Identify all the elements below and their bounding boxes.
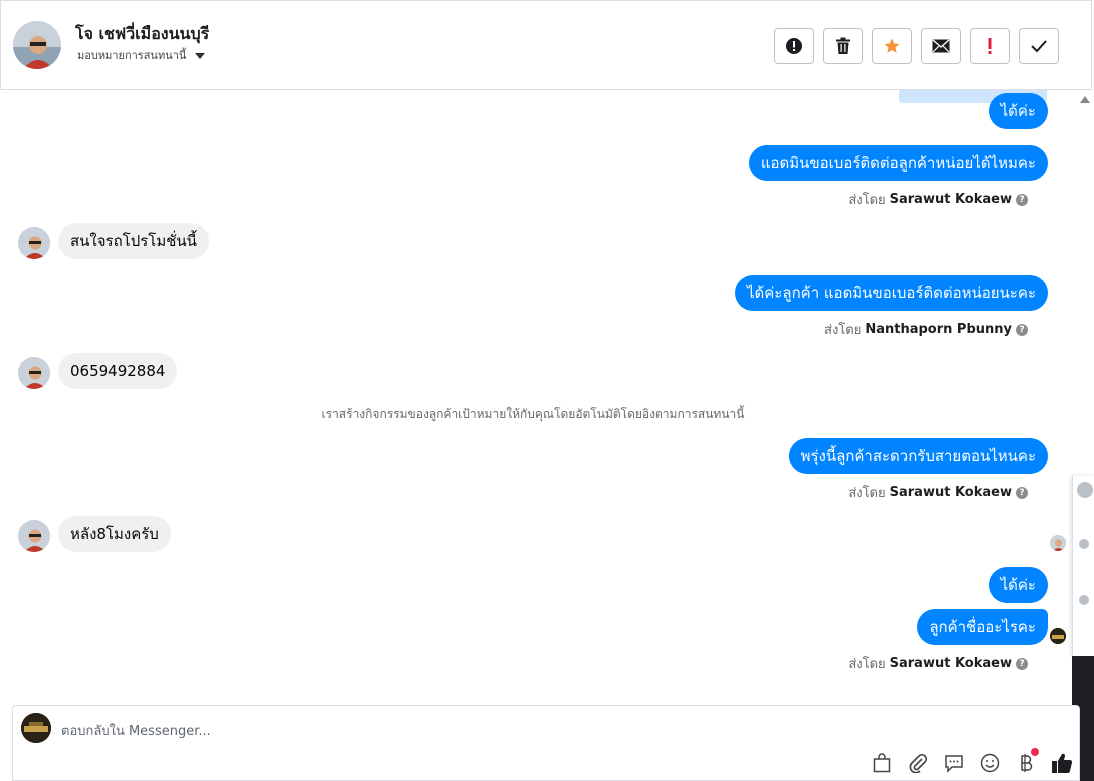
seen-indicator-avatar	[1050, 535, 1066, 551]
message-bubble-outgoing[interactable]: ได้ค่ะ	[988, 93, 1048, 129]
caret-down-icon	[195, 53, 206, 59]
emoji-icon[interactable]	[979, 752, 1001, 774]
contact-avatar-small[interactable]	[18, 227, 50, 259]
contact-avatar-small[interactable]	[18, 357, 50, 389]
page-seen-avatar	[1050, 628, 1066, 644]
contact-name[interactable]: โจ เชฟวี่เมืองนนบุรี	[75, 22, 209, 47]
sent-by-label: ส่งโดย Nanthaporn Pbunny ?	[824, 319, 1028, 340]
trash-icon	[836, 37, 850, 54]
mark-done-button[interactable]	[1019, 28, 1059, 64]
message-bubble-outgoing[interactable]: ลูกค้าชื่ออะไรคะ	[917, 609, 1048, 645]
message-bubble-outgoing[interactable]: พรุ่งนี้ลูกค้าสะดวกรับสายตอนไหนคะ	[788, 438, 1048, 474]
conversation-header: โจ เชฟวี่เมืองนนบุรี มอบหมายการสนทนานี้	[0, 0, 1092, 90]
conversation-toolbar	[774, 28, 1059, 64]
check-icon	[1031, 40, 1047, 53]
assign-conversation-dropdown[interactable]: มอบหมายการสนทนานี้	[77, 46, 206, 64]
star-icon	[884, 38, 900, 53]
contact-avatar[interactable]	[13, 21, 61, 69]
page-avatar	[21, 713, 51, 743]
follow-up-button[interactable]	[970, 28, 1010, 64]
saved-replies-icon[interactable]	[943, 752, 965, 774]
message-bubble-outgoing[interactable]: ได้ค่ะ	[988, 567, 1048, 603]
message-bubble-incoming[interactable]: 0659492884	[58, 353, 178, 389]
sender-name[interactable]: Nanthaporn Pbunny	[865, 322, 1012, 337]
sent-by-label: ส่งโดย Sarawut Kokaew ?	[848, 482, 1028, 503]
sent-by-prefix: ส่งโดย	[848, 486, 886, 501]
help-icon[interactable]: ?	[1016, 486, 1028, 499]
star-button[interactable]	[872, 28, 912, 64]
composer-actions	[871, 748, 1073, 774]
exclamation-icon	[988, 38, 992, 54]
sender-name[interactable]: Sarawut Kokaew	[890, 656, 1012, 671]
sender-name[interactable]: Sarawut Kokaew	[890, 192, 1012, 207]
popup-avatar	[1077, 482, 1093, 498]
mark-unread-button[interactable]	[921, 28, 961, 64]
shopping-bag-icon[interactable]	[871, 752, 893, 774]
delete-button[interactable]	[823, 28, 863, 64]
spam-button[interactable]	[774, 28, 814, 64]
assign-label: มอบหมายการสนทนานี้	[77, 49, 187, 62]
sent-by-label: ส่งโดย Sarawut Kokaew ?	[848, 189, 1028, 210]
help-icon[interactable]: ?	[1016, 323, 1028, 336]
reply-composer: ตอบกลับใน Messenger...	[12, 705, 1080, 781]
reply-input[interactable]: ตอบกลับใน Messenger...	[61, 720, 211, 741]
messenger-inbox: โจ เชฟวี่เมืองนนบุรี มอบหมายการสนทนานี้	[0, 0, 1094, 781]
envelope-icon	[932, 39, 950, 53]
payment-baht-icon[interactable]	[1015, 748, 1039, 774]
sent-by-prefix: ส่งโดย	[848, 657, 886, 672]
side-popup-panel	[1072, 476, 1094, 656]
sender-name[interactable]: Sarawut Kokaew	[890, 485, 1012, 500]
message-bubble-incoming[interactable]: สนใจรถโปรโมชั่นนี้	[58, 223, 209, 259]
scroll-up-arrow-icon[interactable]	[1080, 96, 1090, 103]
notification-dot	[1031, 748, 1039, 756]
system-message: เราสร้างกิจกรรมของลูกค้าเป้าหมายให้กับคุ…	[321, 407, 745, 421]
popup-avatar	[1079, 595, 1089, 605]
alert-circle-icon	[786, 38, 802, 54]
sent-by-label: ส่งโดย Sarawut Kokaew ?	[848, 653, 1028, 674]
message-bubble-incoming[interactable]: หลัง8โมงครับ	[58, 516, 171, 552]
message-bubble-outgoing[interactable]: แอดมินขอเบอร์ติดต่อลูกค้าหน่อยได้ไหมคะ	[748, 145, 1048, 181]
sent-by-prefix: ส่งโดย	[824, 323, 862, 338]
message-bubble-outgoing[interactable]: ได้ค่ะลูกค้า แอดมินขอเบอร์ติดต่อหน่อยนะค…	[735, 275, 1048, 311]
help-icon[interactable]: ?	[1016, 657, 1028, 670]
thumbs-up-icon[interactable]	[1051, 752, 1073, 774]
sent-by-prefix: ส่งโดย	[848, 193, 886, 208]
message-thread[interactable]: ได้ค่ะ แอดมินขอเบอร์ติดต่อลูกค้าหน่อยได้…	[0, 90, 1072, 702]
contact-avatar-small[interactable]	[18, 520, 50, 552]
popup-avatar	[1079, 539, 1089, 549]
paperclip-icon[interactable]	[907, 752, 929, 774]
help-icon[interactable]: ?	[1016, 193, 1028, 206]
